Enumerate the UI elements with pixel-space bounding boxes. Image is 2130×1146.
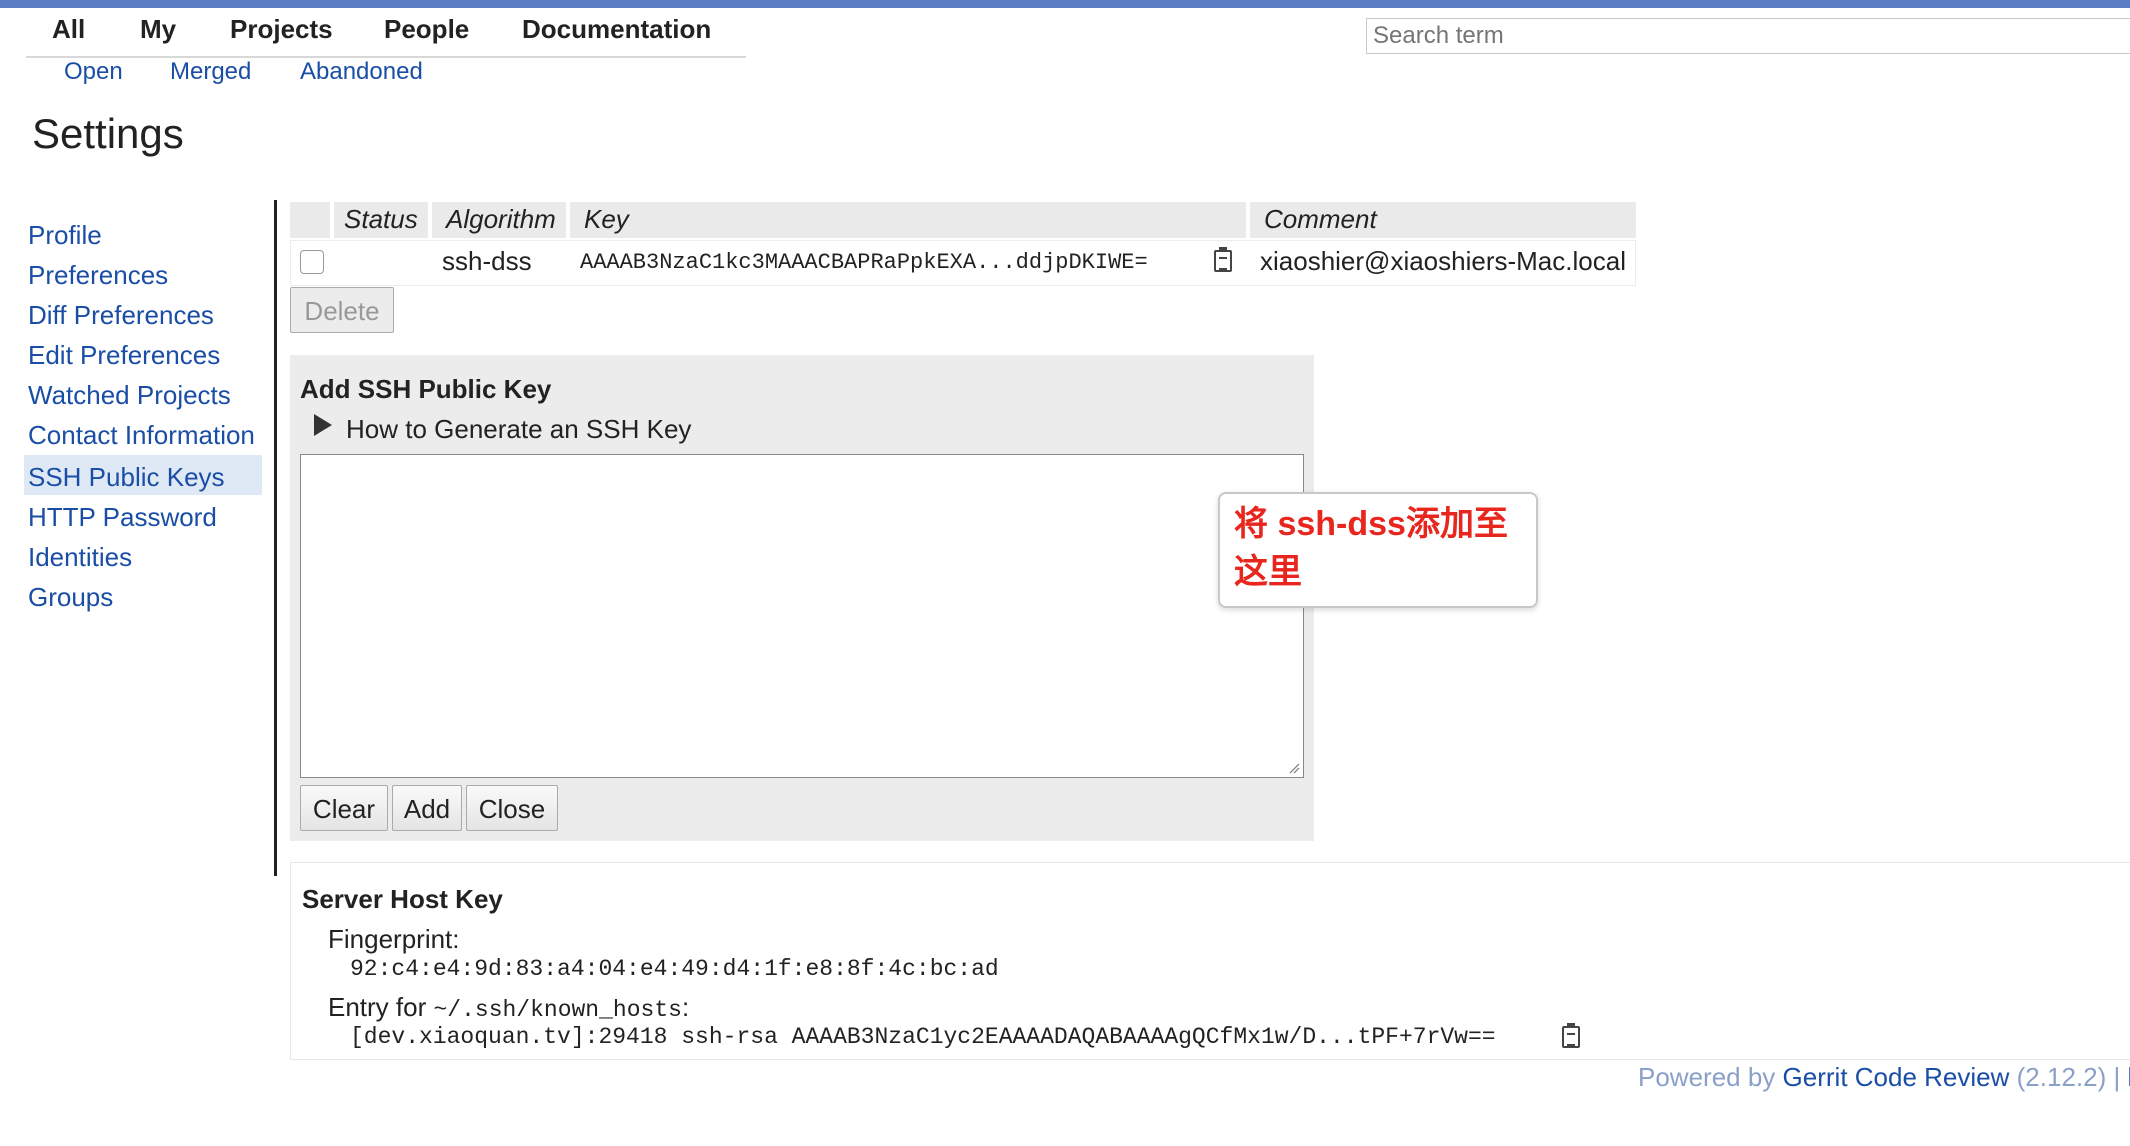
table-header-select <box>290 202 330 238</box>
page-title: Settings <box>32 110 184 157</box>
server-host-key-title: Server Host Key <box>302 884 503 914</box>
add-ssh-key-title: Add SSH Public Key <box>300 374 552 404</box>
row-comment: xiaoshier@xiaoshiers-Mac.local <box>1260 246 1626 276</box>
menu-people[interactable]: People <box>384 14 469 45</box>
known-hosts-entry: [dev.xiaoquan.tv]:29418 ssh-rsa AAAAB3Nz… <box>350 1024 1496 1050</box>
gerrit-link[interactable]: Gerrit Code Review <box>1783 1062 2010 1092</box>
main-menu: All My Projects People Documentation <box>26 14 746 58</box>
menu-projects[interactable]: Projects <box>230 14 333 45</box>
add-button[interactable]: Add <box>392 785 462 831</box>
ssh-key-textarea[interactable] <box>300 454 1304 778</box>
clipboard-icon[interactable] <box>1562 1023 1580 1048</box>
table-header-comment: Comment <box>1250 202 1636 238</box>
submenu-open[interactable]: Open <box>64 58 123 86</box>
table-header-key: Key <box>570 202 1246 238</box>
triangle-right-icon[interactable] <box>314 414 332 436</box>
fingerprint-value: 92:c4:e4:9d:83:a4:04:e4:49:d4:1f:e8:8f:4… <box>350 956 999 982</box>
clear-button[interactable]: Clear <box>300 785 388 831</box>
resize-grip-icon[interactable] <box>1288 762 1300 774</box>
nav-item-groups[interactable]: Groups <box>28 582 113 613</box>
row-algorithm: ssh-dss <box>442 246 532 276</box>
row-status <box>334 242 428 284</box>
submenu-abandoned[interactable]: Abandoned <box>300 58 423 86</box>
top-accent-bar <box>0 0 2130 8</box>
row-select-checkbox[interactable] <box>300 250 324 274</box>
menu-documentation[interactable]: Documentation <box>522 14 711 45</box>
submenu-merged[interactable]: Merged <box>170 58 251 86</box>
nav-item-contact-information[interactable]: Contact Information <box>28 420 255 451</box>
nav-item-ssh-public-keys[interactable]: SSH Public Keys <box>28 462 225 493</box>
annotation-text: 将 ssh-dss添加至 这里 <box>1234 505 1508 591</box>
search-input[interactable] <box>1366 18 2130 54</box>
nav-item-identities[interactable]: Identities <box>28 542 132 573</box>
menu-my[interactable]: My <box>140 14 176 45</box>
close-button[interactable]: Close <box>466 785 558 831</box>
nav-item-diff-preferences[interactable]: Diff Preferences <box>28 300 214 331</box>
fingerprint-label: Fingerprint: <box>328 924 460 954</box>
table-header-algorithm: Algorithm <box>432 202 566 238</box>
how-to-generate-toggle[interactable]: How to Generate an SSH Key <box>346 414 691 445</box>
delete-button[interactable]: Delete <box>290 287 394 333</box>
nav-item-profile[interactable]: Profile <box>28 220 102 251</box>
nav-divider <box>274 200 277 876</box>
known-hosts-label: Entry for ~/.ssh/known_hosts: <box>328 992 690 1023</box>
table-header-status: Status <box>334 202 428 238</box>
nav-item-http-password[interactable]: HTTP Password <box>28 502 217 533</box>
nav-item-preferences[interactable]: Preferences <box>28 260 168 291</box>
menu-all[interactable]: All <box>52 14 85 45</box>
nav-item-watched-projects[interactable]: Watched Projects <box>28 380 231 411</box>
footer: Powered by Gerrit Code Review (2.12.2) |… <box>1638 1062 2130 1092</box>
clipboard-icon[interactable] <box>1214 247 1232 272</box>
row-key: AAAAB3NzaC1kc3MAAACBAPRaPpkEXA...ddjpDKI… <box>580 250 1148 275</box>
nav-item-edit-preferences[interactable]: Edit Preferences <box>28 340 220 371</box>
